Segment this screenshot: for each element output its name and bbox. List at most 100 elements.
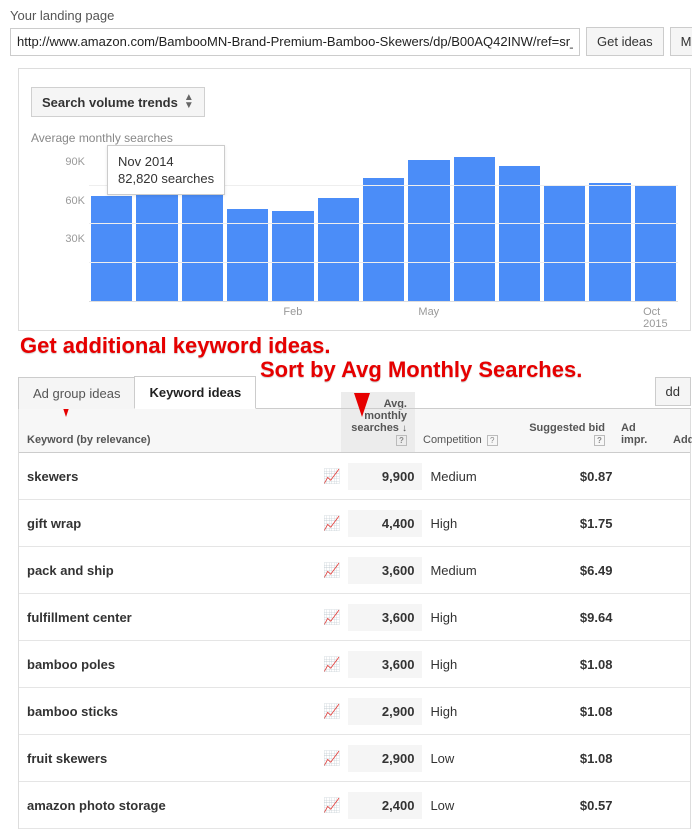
table-row: gift wrap📈4,400High$1.75 — [19, 500, 690, 547]
cell-keyword[interactable]: skewers — [19, 463, 315, 490]
table-row: amazon photo storage📈2,400Low$0.57 — [19, 782, 690, 829]
table-row: bamboo sticks📈2,900High$1.08 — [19, 688, 690, 735]
modify-search-button[interactable]: Modi — [670, 27, 692, 56]
chart-bar[interactable] — [499, 166, 540, 301]
mini-chart-icon[interactable]: 📈 — [315, 462, 348, 491]
help-icon[interactable]: ? — [594, 435, 605, 446]
cell-competition: High — [422, 698, 526, 725]
cell-bid: $1.08 — [526, 651, 620, 678]
mini-chart-icon[interactable]: 📈 — [315, 650, 348, 679]
cell-ad-impr — [620, 564, 672, 576]
landing-page-label: Your landing page — [10, 8, 682, 23]
cell-bid: $9.64 — [526, 604, 620, 631]
col-header-bid[interactable]: Suggested bid ? — [519, 416, 613, 452]
y-axis-tick: 60K — [65, 195, 85, 207]
landing-page-input[interactable] — [10, 28, 580, 56]
cell-keyword[interactable]: bamboo sticks — [19, 698, 315, 725]
cell-add — [672, 611, 692, 623]
y-axis-tick: 90K — [65, 156, 85, 168]
cell-searches: 2,900 — [348, 698, 422, 725]
cell-add — [672, 470, 692, 482]
annotation-text-1: Get additional keyword ideas. — [20, 333, 331, 359]
cell-add — [672, 705, 692, 717]
cell-searches: 9,900 — [348, 463, 422, 490]
tab-ad-group-ideas[interactable]: Ad group ideas — [18, 377, 135, 409]
cell-searches: 2,900 — [348, 745, 422, 772]
chart-bar[interactable] — [91, 196, 132, 301]
cell-ad-impr — [620, 799, 672, 811]
table-row: pack and ship📈3,600Medium$6.49 — [19, 547, 690, 594]
cell-add — [672, 564, 692, 576]
add-button[interactable]: dd — [655, 377, 691, 406]
chart-plot-area: 30K60K90K FebMayOct 2015 Nov 2014 82,820… — [31, 147, 678, 322]
help-icon[interactable]: ? — [396, 435, 407, 446]
col-header-ad-impr[interactable]: Ad impr. — [613, 416, 665, 452]
chart-bar[interactable] — [635, 186, 676, 302]
cell-bid: $1.75 — [526, 510, 620, 537]
keyword-table: Keyword (by relevance) Avg. monthly sear… — [18, 409, 691, 829]
chart-subtitle: Average monthly searches — [31, 131, 678, 145]
cell-searches: 3,600 — [348, 604, 422, 631]
cell-add — [672, 799, 692, 811]
chart-bar[interactable] — [589, 183, 630, 301]
cell-competition: High — [422, 510, 526, 537]
chart-bar[interactable] — [136, 195, 177, 301]
cell-keyword[interactable]: fulfillment center — [19, 604, 315, 631]
x-axis-tick: May — [418, 306, 439, 318]
mini-chart-icon[interactable]: 📈 — [315, 509, 348, 538]
table-row: fruit skewers📈2,900Low$1.08 — [19, 735, 690, 782]
cell-searches: 3,600 — [348, 651, 422, 678]
cell-ad-impr — [620, 705, 672, 717]
cell-competition: Medium — [422, 557, 526, 584]
cell-keyword[interactable]: bamboo poles — [19, 651, 315, 678]
mini-chart-icon[interactable]: 📈 — [315, 603, 348, 632]
col-header-add[interactable]: Add — [665, 428, 692, 452]
x-axis-tick: Feb — [283, 306, 302, 318]
cell-bid: $1.08 — [526, 745, 620, 772]
cell-ad-impr — [620, 470, 672, 482]
table-row: bamboo poles📈3,600High$1.08 — [19, 641, 690, 688]
mini-chart-icon[interactable]: 📈 — [315, 556, 348, 585]
x-axis-tick: Oct 2015 — [643, 306, 667, 330]
chart-dropdown-button[interactable]: Search volume trends ▲▼ — [31, 87, 205, 117]
chart-bar[interactable] — [272, 211, 313, 301]
cell-ad-impr — [620, 658, 672, 670]
tooltip-date: Nov 2014 — [118, 154, 214, 169]
annotation-arrow-2 — [354, 393, 370, 417]
col-header-competition[interactable]: Competition ? — [415, 428, 519, 452]
cell-keyword[interactable]: fruit skewers — [19, 745, 315, 772]
table-row: fulfillment center📈3,600High$9.64 — [19, 594, 690, 641]
mini-chart-icon[interactable]: 📈 — [315, 791, 348, 820]
cell-add — [672, 658, 692, 670]
cell-competition: High — [422, 651, 526, 678]
sort-icon: ▲▼ — [184, 94, 194, 110]
cell-competition: Low — [422, 745, 526, 772]
mini-chart-icon[interactable]: 📈 — [315, 744, 348, 773]
cell-bid: $1.08 — [526, 698, 620, 725]
cell-add — [672, 517, 692, 529]
chart-bar[interactable] — [408, 160, 449, 301]
cell-competition: Low — [422, 792, 526, 819]
cell-bid: $0.87 — [526, 463, 620, 490]
chart-bar[interactable] — [454, 157, 495, 301]
mini-chart-icon[interactable]: 📈 — [315, 697, 348, 726]
cell-keyword[interactable]: amazon photo storage — [19, 792, 315, 819]
cell-ad-impr — [620, 517, 672, 529]
chart-tooltip: Nov 2014 82,820 searches — [107, 145, 225, 195]
help-icon[interactable]: ? — [487, 435, 498, 446]
table-row: skewers📈9,900Medium$0.87 — [19, 453, 690, 500]
chart-panel: Search volume trends ▲▼ Average monthly … — [18, 68, 691, 331]
cell-keyword[interactable]: gift wrap — [19, 510, 315, 537]
y-axis-tick: 30K — [65, 233, 85, 245]
cell-ad-impr — [620, 752, 672, 764]
cell-keyword[interactable]: pack and ship — [19, 557, 315, 584]
chart-bar[interactable] — [544, 186, 585, 302]
cell-bid: $6.49 — [526, 557, 620, 584]
get-ideas-button[interactable]: Get ideas — [586, 27, 664, 56]
tab-keyword-ideas[interactable]: Keyword ideas — [134, 376, 256, 409]
chart-bar[interactable] — [363, 178, 404, 301]
chart-bar[interactable] — [318, 198, 359, 301]
col-header-keyword[interactable]: Keyword (by relevance) — [19, 428, 315, 452]
tooltip-value: 82,820 searches — [118, 171, 214, 186]
cell-searches: 2,400 — [348, 792, 422, 819]
